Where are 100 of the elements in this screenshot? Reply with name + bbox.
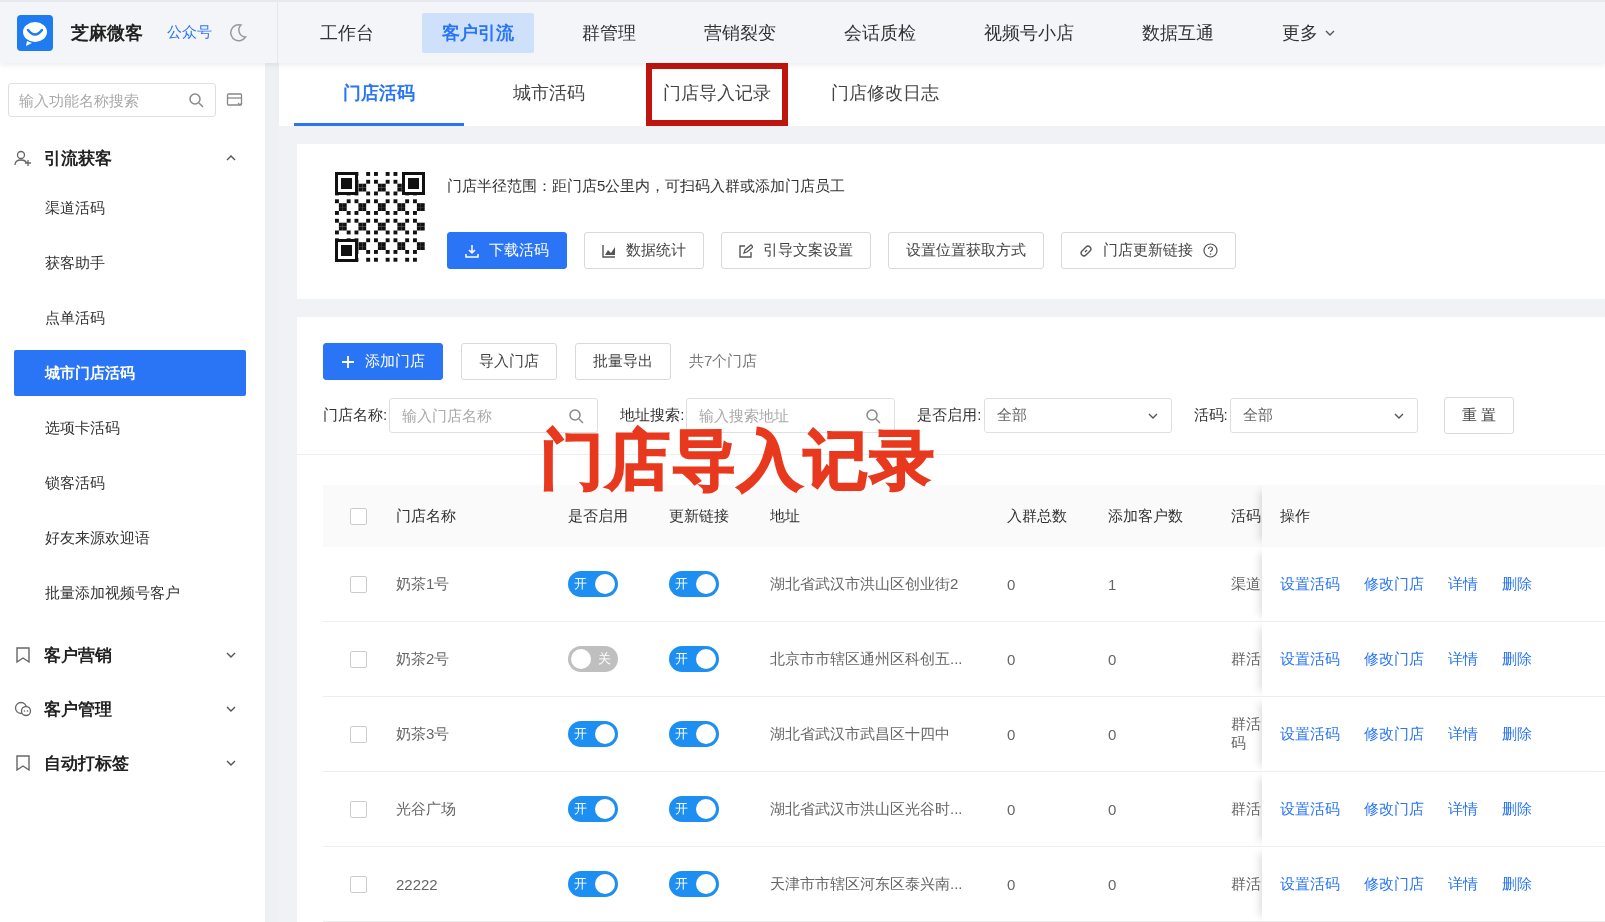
checkbox[interactable] bbox=[350, 575, 367, 593]
nav-tab[interactable]: 群管理 bbox=[562, 12, 656, 53]
page-tab[interactable]: 门店导入记录 bbox=[646, 63, 788, 126]
toggle-switch[interactable]: 开 bbox=[669, 646, 719, 672]
row-action-link[interactable]: 修改门店 bbox=[1364, 574, 1424, 592]
toggle-switch[interactable]: 开 bbox=[669, 721, 719, 747]
menu-item[interactable]: 城市门店活码 bbox=[14, 350, 246, 396]
search-field[interactable]: 输入功能名称搜索 bbox=[8, 83, 216, 117]
filter-label: 是否启用: bbox=[917, 406, 982, 425]
nav-tab[interactable]: 更多 bbox=[1262, 12, 1356, 53]
nav-tab[interactable]: 营销裂变 bbox=[684, 12, 796, 53]
filter-label: 活码: bbox=[1193, 406, 1228, 425]
table-cell: 0 bbox=[1107, 846, 1230, 922]
page-tab[interactable]: 门店修改日志 bbox=[800, 63, 970, 126]
menu-group[interactable]: 引流获客 bbox=[0, 131, 265, 185]
table-cell: 奶茶3号 bbox=[395, 696, 567, 772]
menu-group[interactable]: 自动打标签 bbox=[0, 736, 265, 790]
nav-tab[interactable]: 客户引流 bbox=[422, 12, 534, 53]
action-button[interactable]: 数据统计 bbox=[584, 232, 704, 269]
table-cell: 北京市市辖区通州区科创五... bbox=[769, 621, 1006, 697]
toggle-switch[interactable]: 开 bbox=[568, 721, 618, 747]
nav-tab[interactable]: 视频号小店 bbox=[964, 12, 1094, 53]
table-cell: 0 bbox=[1006, 696, 1107, 772]
page-tab[interactable]: 门店活码 bbox=[294, 63, 464, 126]
row-action-link[interactable]: 设置活码 bbox=[1280, 724, 1340, 742]
row-action-link[interactable]: 详情 bbox=[1448, 724, 1478, 742]
toggle-switch[interactable]: 开 bbox=[669, 796, 719, 822]
row-action-link[interactable]: 删除 bbox=[1502, 874, 1532, 892]
search-icon bbox=[865, 408, 882, 424]
row-action-link[interactable]: 详情 bbox=[1448, 799, 1478, 817]
action-button[interactable]: 设置位置获取方式 bbox=[888, 232, 1044, 269]
page-tab[interactable]: 城市活码 bbox=[464, 63, 634, 126]
menu-item[interactable]: 点单活码 bbox=[14, 295, 246, 341]
row-action-link[interactable]: 修改门店 bbox=[1364, 799, 1424, 817]
toggle-switch[interactable]: 开 bbox=[669, 871, 719, 897]
column-header: 活码 bbox=[1230, 485, 1262, 547]
download-icon bbox=[465, 243, 479, 258]
table-cell: 0 bbox=[1006, 771, 1107, 847]
checkbox[interactable] bbox=[350, 725, 367, 743]
table-cell: 1 bbox=[1107, 547, 1230, 622]
row-action-link[interactable]: 修改门店 bbox=[1364, 649, 1424, 667]
row-action-link[interactable]: 修改门店 bbox=[1364, 874, 1424, 892]
table-cell: 0 bbox=[1006, 547, 1107, 622]
row-action-link[interactable]: 设置活码 bbox=[1280, 649, 1340, 667]
row-action-link[interactable]: 删除 bbox=[1502, 574, 1532, 592]
toolbar-button[interactable]: 导入门店 bbox=[461, 343, 557, 380]
range-description: 门店半径范围：距门店5公里内，可扫码入群或添加门店员工 bbox=[447, 177, 847, 196]
table-cell: 0 bbox=[1006, 846, 1107, 922]
column-header: 添加客户数 bbox=[1107, 485, 1230, 547]
filter-label: 地址搜索: bbox=[620, 406, 685, 425]
action-button[interactable]: 下载活码 bbox=[447, 232, 567, 269]
toolbar-button[interactable]: 添加门店 bbox=[323, 343, 443, 380]
checkbox[interactable] bbox=[350, 800, 367, 818]
menu-group[interactable]: 客户管理 bbox=[0, 682, 265, 736]
table-cell: 天津市市辖区河东区泰兴南... bbox=[769, 846, 1006, 922]
select-field[interactable]: 全部 bbox=[983, 398, 1172, 433]
row-action-link[interactable]: 设置活码 bbox=[1280, 874, 1340, 892]
menu-item[interactable]: 锁客活码 bbox=[14, 460, 246, 506]
row-action-link[interactable]: 设置活码 bbox=[1280, 799, 1340, 817]
row-action-link[interactable]: 详情 bbox=[1448, 874, 1478, 892]
menu-item[interactable]: 获客助手 bbox=[14, 240, 246, 286]
search-icon bbox=[188, 92, 204, 108]
nav-tab[interactable]: 会话质检 bbox=[824, 12, 936, 53]
bookmark-icon bbox=[14, 646, 32, 664]
chart-icon bbox=[602, 243, 616, 258]
row-action-link[interactable]: 删除 bbox=[1502, 799, 1532, 817]
row-action-link[interactable]: 详情 bbox=[1448, 649, 1478, 667]
column-header: 操作 bbox=[1262, 485, 1605, 547]
nav-tab[interactable]: 数据互通 bbox=[1122, 12, 1234, 53]
action-button[interactable]: 引导文案设置 bbox=[721, 232, 871, 269]
menu-group[interactable]: 客户营销 bbox=[0, 628, 265, 682]
menu-item[interactable]: 好友来源欢迎语 bbox=[14, 515, 246, 561]
row-action-link[interactable]: 修改门店 bbox=[1364, 724, 1424, 742]
menu-item[interactable]: 批量添加视频号客户 bbox=[14, 570, 246, 616]
row-action-link[interactable]: 删除 bbox=[1502, 724, 1532, 742]
table-cell: 奶茶2号 bbox=[395, 621, 567, 697]
toggle-switch[interactable]: 开 bbox=[669, 571, 719, 597]
row-action-link[interactable]: 详情 bbox=[1448, 574, 1478, 592]
row-action-link[interactable]: 设置活码 bbox=[1280, 574, 1340, 592]
toolbar-button[interactable]: 批量导出 bbox=[575, 343, 671, 380]
nav-tab[interactable]: 工作台 bbox=[300, 12, 394, 53]
checkbox[interactable] bbox=[350, 875, 367, 893]
reset-button[interactable]: 重 置 bbox=[1443, 397, 1514, 434]
account-link[interactable]: 公众号 bbox=[167, 23, 212, 42]
checkbox[interactable] bbox=[350, 507, 367, 525]
toggle-switch[interactable]: 开 bbox=[568, 871, 618, 897]
user-add-icon bbox=[14, 149, 32, 167]
checkbox[interactable] bbox=[350, 650, 367, 668]
table-cell: 光谷广场 bbox=[395, 771, 567, 847]
toggle-switch[interactable]: 开 bbox=[568, 571, 618, 597]
menu-item[interactable]: 选项卡活码 bbox=[14, 405, 246, 451]
row-action-link[interactable]: 删除 bbox=[1502, 649, 1532, 667]
table-cell: 0 bbox=[1107, 696, 1230, 772]
toggle-switch[interactable]: 开 bbox=[568, 796, 618, 822]
select-field[interactable]: 全部 bbox=[1229, 398, 1418, 433]
table-cell: 奶茶1号 bbox=[395, 547, 567, 622]
menu-item[interactable]: 渠道活码 bbox=[14, 185, 246, 231]
action-button[interactable]: 门店更新链接 bbox=[1061, 232, 1236, 269]
plus-icon bbox=[341, 354, 355, 369]
chat-icon bbox=[14, 700, 32, 718]
